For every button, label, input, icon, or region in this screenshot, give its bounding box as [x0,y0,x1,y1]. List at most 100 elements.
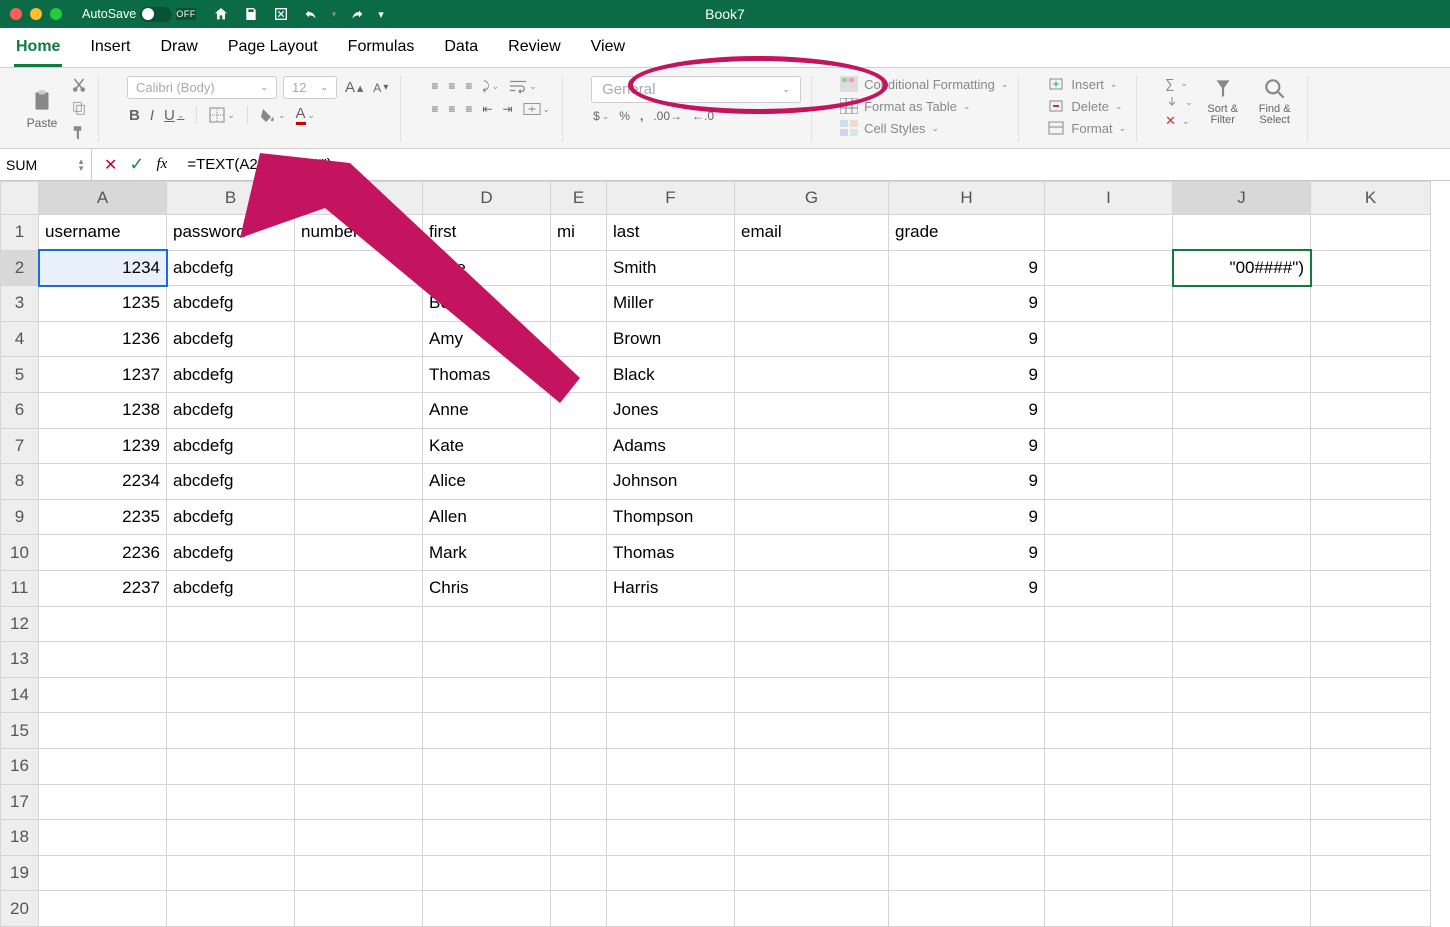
name-box[interactable]: SUM ▲▼ [0,149,92,180]
cancel-formula-icon[interactable]: ✕ [104,155,117,175]
font-color-button[interactable]: A⌄ [294,103,318,127]
cell-A19[interactable] [39,855,167,891]
cell-A13[interactable] [39,642,167,678]
cell-K2[interactable] [1311,250,1431,286]
cell-C11[interactable] [295,570,423,606]
cell-K14[interactable] [1311,677,1431,713]
autosave-toggle[interactable]: AutoSave OFF [82,7,196,22]
cell-D11[interactable]: Chris [423,570,551,606]
cell-K12[interactable] [1311,606,1431,642]
column-header-J[interactable]: J [1173,182,1311,215]
cell-D16[interactable] [423,748,551,784]
cell-K17[interactable] [1311,784,1431,820]
autosum-button[interactable]: ∑ ⌄ [1165,76,1193,91]
format-as-table-button[interactable]: Format as Table⌄ [840,98,1008,114]
cell-G9[interactable] [735,499,889,535]
cell-C2[interactable] [295,250,423,286]
wrap-text-button[interactable]: ⌄ [507,76,539,96]
cell-G11[interactable] [735,570,889,606]
cell-C12[interactable] [295,606,423,642]
cell-I2[interactable] [1045,250,1173,286]
cell-I7[interactable] [1045,428,1173,464]
cell-A8[interactable]: 2234 [39,464,167,500]
cell-I17[interactable] [1045,784,1173,820]
cell-I9[interactable] [1045,499,1173,535]
row-header-1[interactable]: 1 [1,215,39,251]
cell-H16[interactable] [889,748,1045,784]
cell-I5[interactable] [1045,357,1173,393]
cell-H1[interactable]: grade [889,215,1045,251]
row-header-10[interactable]: 10 [1,535,39,571]
cell-B14[interactable] [167,677,295,713]
cell-A3[interactable]: 1235 [39,286,167,322]
cell-E6[interactable] [551,392,607,428]
cell-H9[interactable]: 9 [889,499,1045,535]
cell-A1[interactable]: username [39,215,167,251]
cell-C1[interactable]: number [295,215,423,251]
cell-J3[interactable] [1173,286,1311,322]
cell-C10[interactable] [295,535,423,571]
cell-K20[interactable] [1311,891,1431,927]
cell-I16[interactable] [1045,748,1173,784]
cell-I20[interactable] [1045,891,1173,927]
row-header-17[interactable]: 17 [1,784,39,820]
cell-I8[interactable] [1045,464,1173,500]
name-box-spinner[interactable]: ▲▼ [77,158,85,172]
cell-H2[interactable]: 9 [889,250,1045,286]
cell-H20[interactable] [889,891,1045,927]
cell-F5[interactable]: Black [607,357,735,393]
cell-J1[interactable] [1173,215,1311,251]
tab-review[interactable]: Review [506,34,562,67]
cell-E15[interactable] [551,713,607,749]
cell-F9[interactable]: Thompson [607,499,735,535]
cell-B3[interactable]: abcdefg [167,286,295,322]
undo-icon[interactable] [302,5,320,23]
select-all-corner[interactable] [1,182,39,215]
cell-J18[interactable] [1173,820,1311,856]
column-header-K[interactable]: K [1311,182,1431,215]
column-header-E[interactable]: E [551,182,607,215]
cell-I4[interactable] [1045,321,1173,357]
bold-button[interactable]: B [127,105,142,126]
cell-H8[interactable]: 9 [889,464,1045,500]
align-top-icon[interactable]: ≡ [429,77,440,95]
cell-G10[interactable] [735,535,889,571]
cell-G13[interactable] [735,642,889,678]
cell-F20[interactable] [607,891,735,927]
cell-H10[interactable]: 9 [889,535,1045,571]
cell-G15[interactable] [735,713,889,749]
row-header-19[interactable]: 19 [1,855,39,891]
merge-button[interactable]: ⌄ [521,100,553,118]
align-center-icon[interactable]: ≡ [446,100,457,118]
cell-A15[interactable] [39,713,167,749]
cell-A9[interactable]: 2235 [39,499,167,535]
cell-G5[interactable] [735,357,889,393]
tab-view[interactable]: View [589,34,627,67]
cell-I18[interactable] [1045,820,1173,856]
font-size-combo[interactable]: 12⌄ [283,76,337,99]
cell-J2[interactable]: "00####") [1173,250,1311,286]
zoom-window-button[interactable] [50,8,62,20]
cell-G16[interactable] [735,748,889,784]
cell-F18[interactable] [607,820,735,856]
cell-J8[interactable] [1173,464,1311,500]
cell-A10[interactable]: 2236 [39,535,167,571]
row-header-4[interactable]: 4 [1,321,39,357]
column-header-A[interactable]: A [39,182,167,215]
format-cells-button[interactable]: Format⌄ [1047,120,1126,136]
paste-button[interactable]: Paste [20,88,64,130]
cell-F16[interactable] [607,748,735,784]
cell-J11[interactable] [1173,570,1311,606]
cell-C14[interactable] [295,677,423,713]
cell-F4[interactable]: Brown [607,321,735,357]
cell-D12[interactable] [423,606,551,642]
cell-J6[interactable] [1173,392,1311,428]
cell-B12[interactable] [167,606,295,642]
cell-B11[interactable]: abcdefg [167,570,295,606]
cell-E9[interactable] [551,499,607,535]
cell-G1[interactable]: email [735,215,889,251]
cell-F11[interactable]: Harris [607,570,735,606]
increase-indent-icon[interactable]: ⇥ [500,100,514,118]
cell-K9[interactable] [1311,499,1431,535]
cell-B9[interactable]: abcdefg [167,499,295,535]
